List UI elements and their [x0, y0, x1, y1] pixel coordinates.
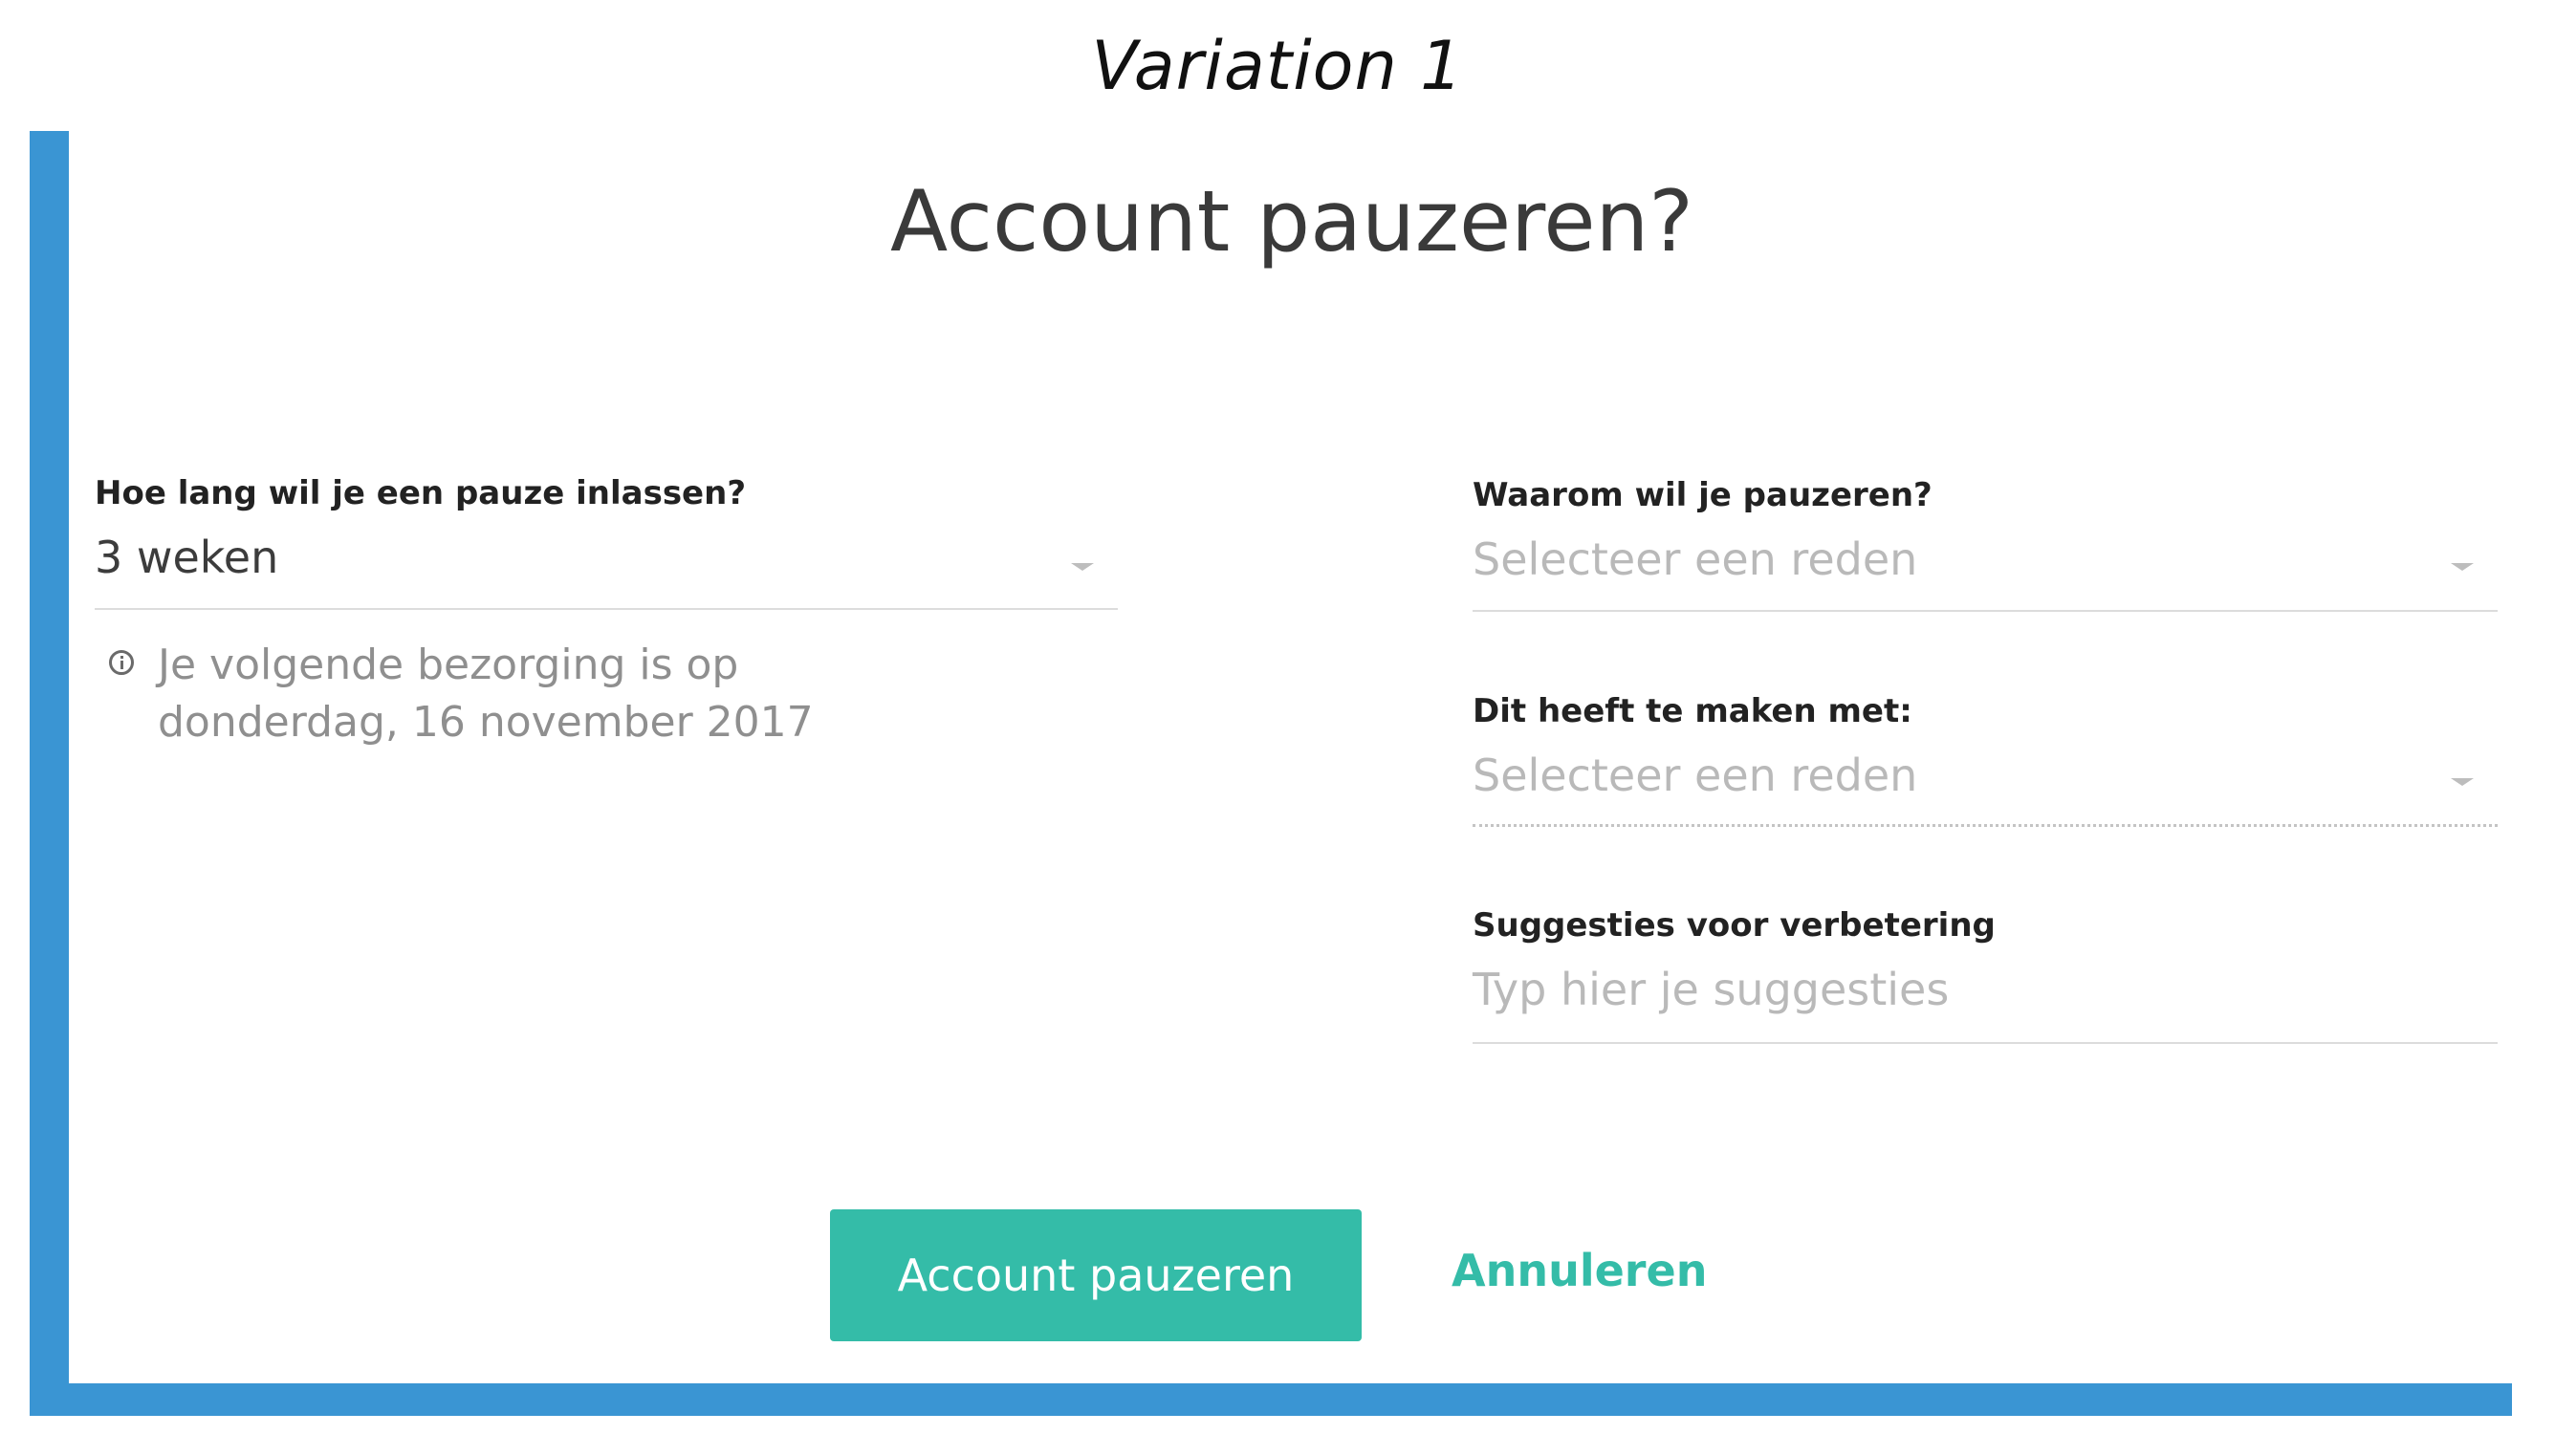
chevron-down-icon[interactable]: [1071, 563, 1094, 571]
next-delivery-line1: Je volgende bezorging is op: [158, 641, 739, 689]
duration-label: Hoe lang wil je een pauze inlassen?: [95, 474, 747, 512]
suggestions-label: Suggesties voor verbetering: [1473, 906, 1996, 945]
reason-label: Waarom wil je pauzeren?: [1473, 476, 1933, 514]
page: Variation 1 Account pauzeren? Hoe lang w…: [0, 0, 2555, 1456]
info-icon: [109, 650, 134, 675]
chevron-down-icon[interactable]: [2451, 563, 2474, 571]
related-label: Dit heeft te maken met:: [1473, 692, 1912, 730]
duration-value[interactable]: 3 weken: [95, 532, 278, 583]
suggestions-underline: [1473, 1042, 2498, 1044]
cancel-link[interactable]: Annuleren: [1452, 1245, 1707, 1296]
frame-border-bottom: [30, 1383, 2512, 1416]
pause-account-button[interactable]: Account pauzeren: [830, 1209, 1362, 1341]
reason-placeholder[interactable]: Selecteer een reden: [1473, 533, 1917, 585]
variation-caption: Variation 1: [1091, 27, 1464, 105]
chevron-down-icon[interactable]: [2451, 778, 2474, 786]
next-delivery-note: Je volgende bezorging is op donderdag, 1…: [158, 637, 814, 751]
dialog-title: Account pauzeren?: [889, 172, 1694, 271]
related-placeholder[interactable]: Selecteer een reden: [1473, 750, 1917, 801]
next-delivery-line2: donderdag, 16 november 2017: [158, 698, 814, 747]
frame-border-left: [30, 131, 69, 1416]
suggestions-placeholder[interactable]: Typ hier je suggesties: [1473, 964, 1949, 1015]
related-underline: [1473, 824, 2498, 827]
reason-underline: [1473, 610, 2498, 612]
duration-underline: [95, 608, 1118, 610]
